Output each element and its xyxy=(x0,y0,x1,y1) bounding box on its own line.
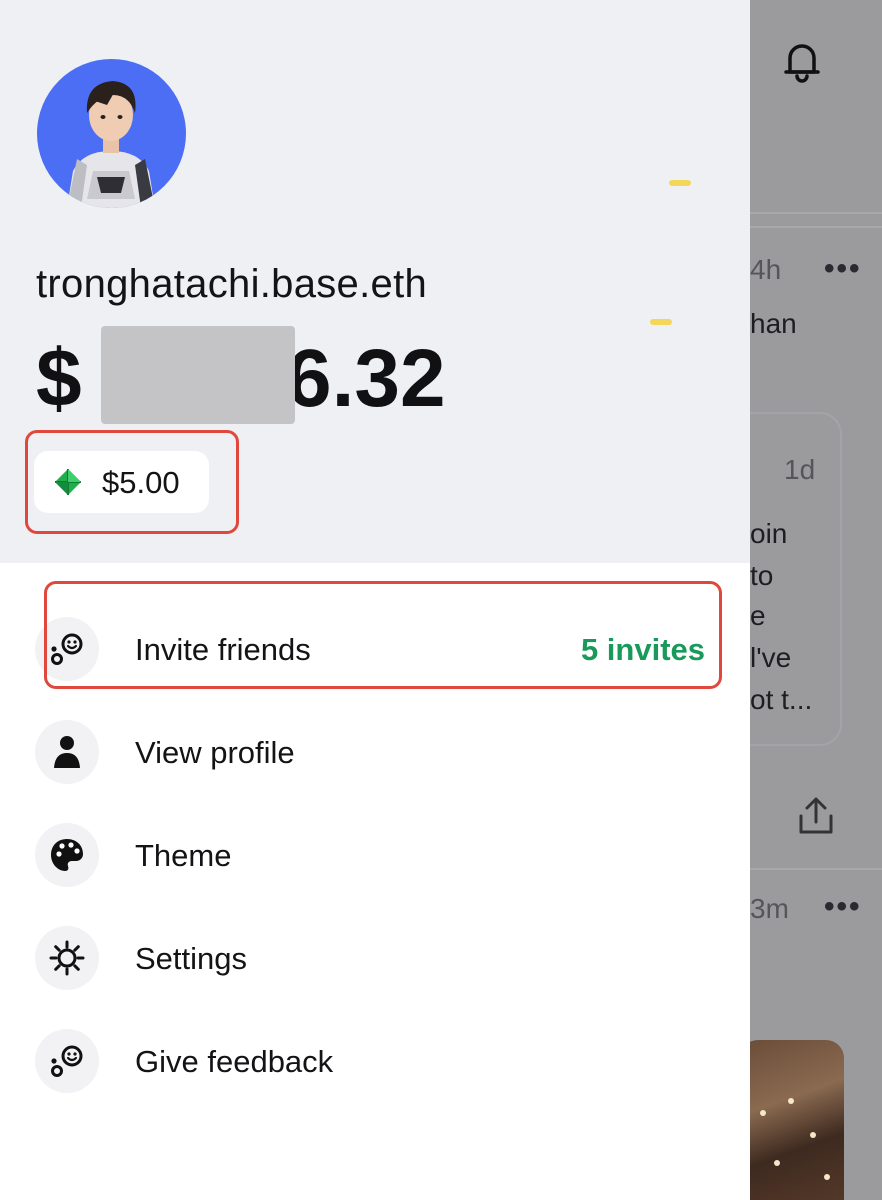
post-more-icon[interactable]: ••• xyxy=(824,252,862,286)
post-snippet-line: oin xyxy=(750,518,788,549)
avatar[interactable] xyxy=(37,59,186,208)
share-icon[interactable] xyxy=(796,796,836,836)
menu-item-label: Settings xyxy=(135,941,248,976)
post-time: 3m xyxy=(750,893,789,924)
menu-item-theme[interactable]: Theme xyxy=(0,815,750,895)
menu-item-label: Theme xyxy=(135,838,232,873)
palette-icon xyxy=(35,823,99,887)
redaction-overlay xyxy=(101,326,295,424)
post-more-icon[interactable]: ••• xyxy=(824,890,862,924)
balance-amount: 6.32 xyxy=(286,333,446,424)
balance-currency: $ xyxy=(36,333,82,424)
feed-divider xyxy=(750,868,882,870)
person-icon xyxy=(35,720,99,784)
decorative-spark xyxy=(650,319,672,325)
side-drawer: tronghatachi.base.eth $ 6.32 $5.00 Invit… xyxy=(0,0,750,1200)
background-feed: 4h ••• han 1d oin to e l've ot t... 3m •… xyxy=(750,0,882,1200)
highlight-box xyxy=(25,430,239,534)
menu-item-give-feedback[interactable]: Give feedback xyxy=(0,1021,750,1101)
post-snippet-line: e xyxy=(750,600,766,631)
post-snippet-line: l've xyxy=(750,642,792,673)
post-time: 1d xyxy=(784,454,816,485)
post-time: 4h xyxy=(750,254,782,285)
post-image[interactable] xyxy=(750,1040,844,1200)
menu-item-settings[interactable]: Settings xyxy=(0,918,750,998)
gear-icon xyxy=(35,926,99,990)
drawer-header: tronghatachi.base.eth $ 6.32 $5.00 xyxy=(0,0,750,563)
feed-divider xyxy=(750,226,882,228)
feedback-icon xyxy=(35,1029,99,1093)
notification-bell-icon[interactable] xyxy=(782,40,822,84)
post-snippet-line: ot t... xyxy=(750,684,813,715)
menu-item-label: Give feedback xyxy=(135,1044,334,1079)
decorative-spark xyxy=(669,180,691,186)
avatar-image xyxy=(67,81,155,208)
menu-item-view-profile[interactable]: View profile xyxy=(0,712,750,792)
menu-item-label: View profile xyxy=(135,735,295,770)
highlight-box xyxy=(44,581,722,689)
username: tronghatachi.base.eth xyxy=(36,262,428,306)
wallet-balance: $ 6.32 xyxy=(36,332,446,426)
post-snippet-line: to xyxy=(750,560,774,591)
post-snippet: han xyxy=(750,308,797,339)
feed-divider xyxy=(750,212,882,214)
